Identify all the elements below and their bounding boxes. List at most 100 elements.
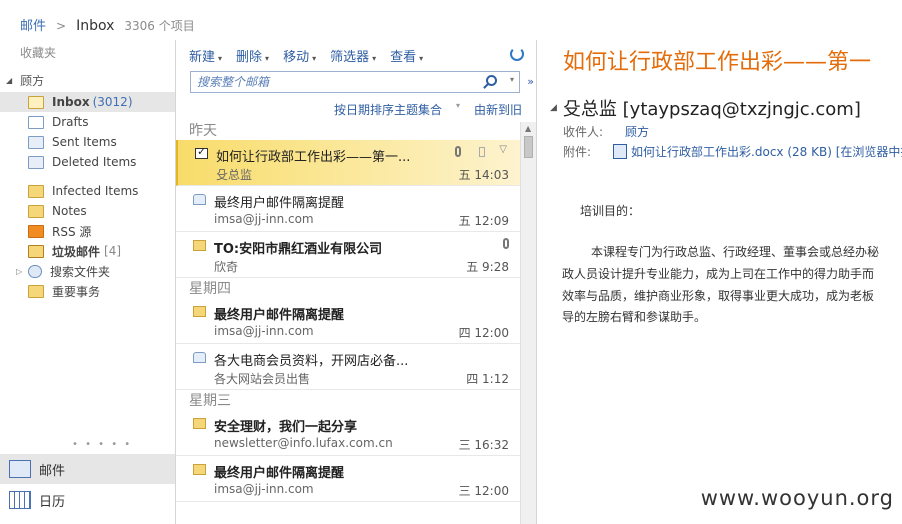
- folder-label: Notes: [52, 204, 87, 218]
- selected-checkbox-icon[interactable]: [195, 145, 208, 159]
- calendar-icon: [9, 491, 31, 509]
- message-time: 四 1:12: [466, 372, 509, 386]
- attachment-icon: [455, 146, 461, 157]
- expand-search-icon[interactable]: »: [527, 75, 534, 88]
- scroll-up-icon[interactable]: ▲: [525, 124, 531, 133]
- message-row[interactable]: 安全理财，我们一起分享 newsletter@info.lufax.com.cn…: [176, 410, 521, 456]
- sort-by-button[interactable]: 按日期排序主题集合: [334, 101, 442, 118]
- sidebar-item-notes[interactable]: Notes: [0, 201, 175, 221]
- message-sender: imsa@jj-inn.com: [214, 324, 314, 338]
- filter-button[interactable]: 筛选器 ▾: [330, 46, 376, 65]
- to-label: 收件人:: [563, 125, 604, 139]
- message-time: 三 12:00: [458, 484, 509, 498]
- new-button[interactable]: 新建 ▾: [189, 46, 222, 65]
- message-time: 三 16:32: [458, 438, 509, 452]
- drafts-icon: [28, 115, 44, 129]
- sidebar-item-sent-items[interactable]: Sent Items: [0, 132, 175, 152]
- message-sender: 各大网站会员出售: [214, 372, 311, 386]
- reading-sender[interactable]: ◢ 殳总监 [ytaypszaq@txzjngjc.com]: [550, 95, 861, 121]
- watermark-text: www.wooyun.org: [700, 486, 894, 510]
- breadcrumb-mail-link[interactable]: 邮件: [20, 15, 46, 34]
- sidebar-item-deleted-items[interactable]: Deleted Items: [0, 152, 175, 172]
- notes-icon: [28, 204, 44, 218]
- sidebar-item-important[interactable]: 重要事务: [0, 281, 175, 301]
- search-input[interactable]: [197, 75, 467, 89]
- word-document-icon[interactable]: [613, 144, 628, 159]
- message-sender: imsa@jj-inn.com: [214, 482, 314, 496]
- message-row[interactable]: 最终用户邮件隔离提醒 imsa@jj-inn.com 五 12:09: [176, 186, 521, 232]
- message-subject: 各大电商会员资料，开网店必备...: [214, 354, 409, 369]
- category-icon[interactable]: [479, 147, 485, 157]
- scroll-thumb[interactable]: [524, 136, 533, 158]
- unread-mail-icon: [193, 240, 206, 251]
- attachment-link[interactable]: 如何让行政部工作出彩.docx (28 KB) [在浏览器中打: [631, 143, 902, 160]
- recipient-link[interactable]: 顾方: [625, 123, 649, 140]
- attachments-row: 附件: 如何让行政部工作出彩.docx (28 KB) [在浏览器中打: [563, 143, 902, 160]
- search-icon[interactable]: [486, 75, 497, 86]
- sender-name: 殳总监 [ytaypszaq@txzjngjc.com]: [562, 99, 861, 120]
- breadcrumb-separator: >: [56, 19, 67, 33]
- sidebar-item-junk[interactable]: 垃圾邮件 [4]: [0, 241, 175, 261]
- folder-label: Drafts: [52, 115, 89, 129]
- sort-order-button[interactable]: 由新到旧: [474, 101, 522, 118]
- delete-button[interactable]: 删除 ▾: [236, 46, 269, 65]
- opened-mail-icon: [193, 194, 206, 205]
- message-row[interactable]: TO:安阳市鼎红酒业有限公司 欣奇 五 9:28: [176, 232, 521, 278]
- folder-icon: [28, 284, 44, 298]
- sidebar-item-inbox[interactable]: Inbox (3012): [0, 92, 175, 112]
- message-sender: newsletter@info.lufax.com.cn: [214, 436, 393, 450]
- group-header-yesterday: 昨天: [189, 123, 217, 139]
- folder-label: Inbox: [52, 95, 90, 109]
- move-button[interactable]: 移动 ▾: [283, 46, 316, 65]
- sidebar-item-search-folders[interactable]: ▷ 搜索文件夹: [0, 261, 175, 281]
- chevron-down-icon: ▾: [419, 54, 424, 63]
- flag-icon[interactable]: ▽: [499, 144, 507, 155]
- chevron-down-icon: ▾: [372, 54, 377, 63]
- body-paragraph: 导的左膀右臂和参谋助手。: [562, 310, 707, 324]
- folder-icon: [28, 184, 44, 198]
- pane-resize-handle[interactable]: • • • • •: [72, 439, 132, 450]
- nav-calendar-label: 日历: [39, 494, 66, 510]
- junk-count: [4]: [104, 244, 122, 258]
- group-header-thursday: 星期四: [189, 281, 231, 297]
- folder-label: Deleted Items: [52, 155, 137, 169]
- account-header[interactable]: ◢ 顾方: [6, 72, 44, 89]
- collapse-triangle-icon[interactable]: ◢: [6, 76, 12, 85]
- refresh-icon[interactable]: [510, 47, 524, 61]
- filter-label: 筛选器: [330, 50, 370, 65]
- search-folder-icon: [28, 264, 42, 278]
- sidebar-item-rss[interactable]: RSS 源: [0, 221, 175, 241]
- body-paragraph: 本课程专门为行政总监、行政经理、董事会或总经办秘: [591, 245, 880, 259]
- message-subject: 安全理财，我们一起分享: [214, 420, 358, 435]
- sent-items-icon: [28, 135, 44, 149]
- message-list-scrollbar[interactable]: ▲: [520, 122, 536, 524]
- breadcrumb: 邮件 > Inbox 3306 个项目: [20, 15, 195, 34]
- search-options-chevron-icon[interactable]: ▾: [510, 75, 514, 84]
- chevron-down-icon: ▾: [312, 54, 317, 63]
- message-time: 五 12:09: [458, 214, 509, 228]
- breadcrumb-current-folder: Inbox: [76, 18, 115, 34]
- junk-icon: [28, 244, 44, 258]
- view-button[interactable]: 查看 ▾: [390, 46, 423, 65]
- search-box[interactable]: ▾: [190, 71, 520, 93]
- message-time: 四 12:00: [458, 326, 509, 340]
- folder-label: RSS 源: [52, 224, 92, 239]
- message-time: 五 9:28: [466, 260, 509, 274]
- chevron-down-icon[interactable]: ▾: [456, 101, 460, 118]
- message-row[interactable]: 最终用户邮件隔离提醒 imsa@jj-inn.com 四 12:00: [176, 298, 521, 344]
- collapse-triangle-icon[interactable]: ◢: [550, 103, 557, 113]
- message-row[interactable]: 最终用户邮件隔离提醒 imsa@jj-inn.com 三 12:00: [176, 456, 521, 502]
- expand-triangle-icon[interactable]: ▷: [16, 267, 22, 276]
- folder-label: Sent Items: [52, 135, 117, 149]
- folder-pane: 收藏夹 ◢ 顾方 Inbox (3012) Drafts Sent Items …: [0, 40, 175, 524]
- sidebar-item-drafts[interactable]: Drafts: [0, 112, 175, 132]
- favorites-header[interactable]: 收藏夹: [20, 44, 56, 61]
- sidebar-item-infected-items[interactable]: Infected Items: [0, 181, 175, 201]
- message-row[interactable]: 各大电商会员资料，开网店必备... 各大网站会员出售 四 1:12: [176, 344, 521, 390]
- list-toolbar: 新建 ▾ 删除 ▾ 移动 ▾ 筛选器 ▾ 查看 ▾: [189, 46, 423, 65]
- nav-calendar-button[interactable]: 日历: [0, 485, 175, 515]
- folder-label: 重要事务: [52, 284, 101, 299]
- message-row[interactable]: 如何让行政部工作出彩——第一... ▽ 殳总监 五 14:03: [176, 140, 521, 186]
- group-header-wednesday: 星期三: [189, 393, 231, 409]
- nav-mail-button[interactable]: 邮件: [0, 454, 175, 484]
